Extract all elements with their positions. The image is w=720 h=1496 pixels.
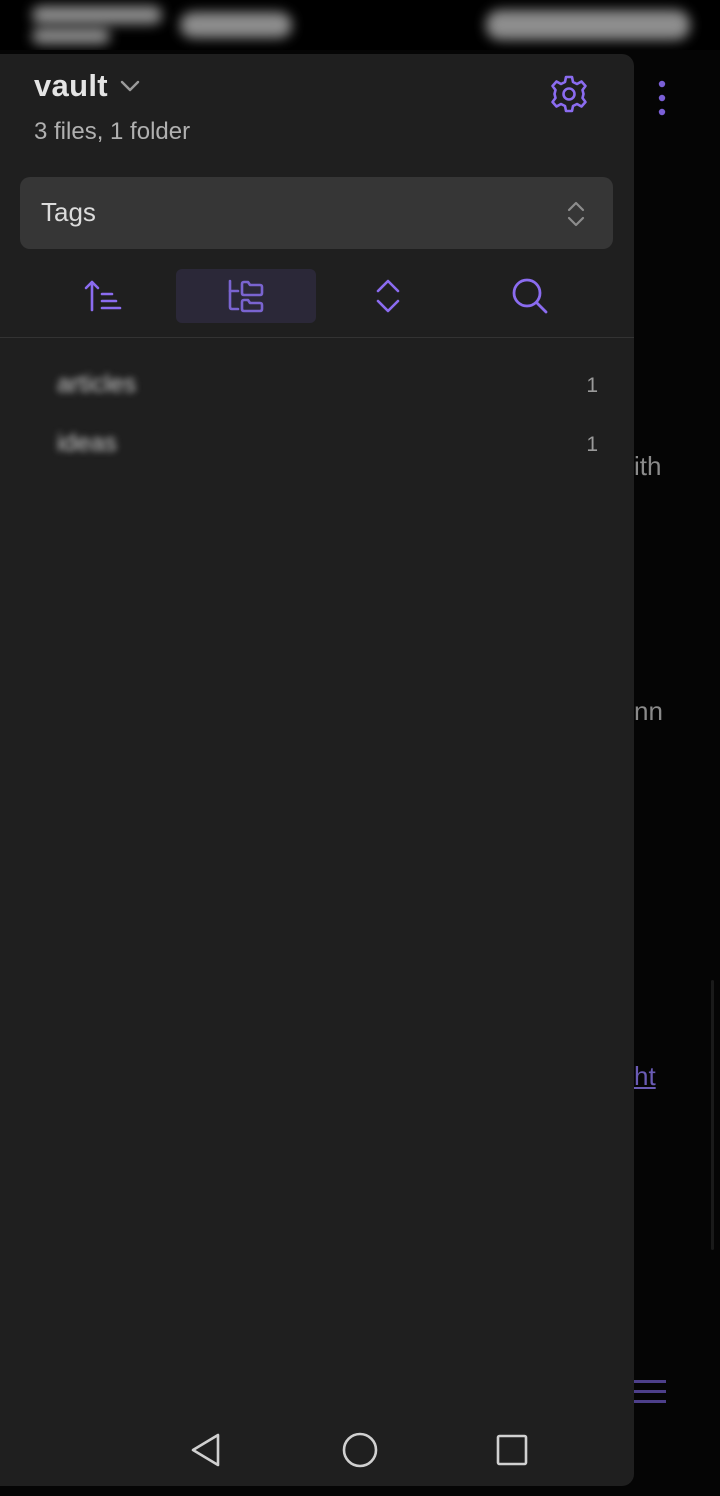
file-explorer-drawer: vault 3 files, 1 folder Tags articles 1 …	[0, 54, 634, 1486]
back-icon	[191, 1433, 220, 1467]
menu-icon[interactable]	[630, 1376, 670, 1408]
screen: ith nn ht vault 3 files, 1 folder Tags a…	[0, 0, 720, 1496]
more-options-icon[interactable]	[650, 78, 674, 118]
system-navigation-bar	[0, 1410, 634, 1486]
vault-name: vault	[34, 68, 108, 103]
tag-row[interactable]: ideas 1	[0, 415, 634, 474]
recents-icon	[496, 1434, 528, 1466]
vault-switcher[interactable]: vault	[34, 68, 142, 104]
folder-tree-icon	[228, 279, 264, 313]
background-link-fragment[interactable]: ht	[634, 1061, 656, 1092]
tag-name: ideas	[57, 429, 117, 457]
status-system-icons-blurred	[486, 10, 690, 40]
status-notifications-blurred	[180, 12, 292, 38]
vault-stats: 3 files, 1 folder	[34, 118, 191, 145]
status-date-blurred	[32, 28, 110, 44]
folder-tree-toggle-button[interactable]	[176, 269, 316, 323]
expand-collapse-icon	[376, 279, 400, 313]
sort-button[interactable]	[34, 269, 174, 323]
chevron-up-down-icon	[567, 201, 585, 227]
tag-name: articles	[57, 370, 137, 398]
home-icon	[342, 1432, 378, 1468]
back-button[interactable]	[176, 1420, 236, 1480]
chevron-down-icon	[120, 80, 140, 92]
home-button[interactable]	[330, 1420, 390, 1480]
recents-button[interactable]	[482, 1420, 542, 1480]
sort-ascending-icon	[84, 280, 122, 312]
status-time-blurred	[32, 6, 162, 24]
tag-row[interactable]: articles 1	[0, 356, 634, 415]
view-selector-value: Tags	[41, 197, 96, 227]
search-button[interactable]	[460, 269, 600, 323]
expand-collapse-button[interactable]	[318, 269, 458, 323]
status-bar	[0, 0, 720, 50]
toolbar-divider	[0, 337, 634, 338]
settings-gear-icon[interactable]	[549, 74, 589, 114]
tag-list: articles 1 ideas 1	[0, 356, 634, 474]
tag-count: 1	[586, 374, 598, 397]
background-text-fragment: nn	[634, 696, 663, 726]
tag-count: 1	[586, 433, 598, 456]
explorer-toolbar	[0, 268, 634, 324]
background-text-fragment: ith	[634, 451, 662, 481]
background-scrollbar	[711, 980, 714, 1250]
view-selector-dropdown[interactable]: Tags	[20, 177, 613, 249]
search-icon	[512, 278, 548, 314]
